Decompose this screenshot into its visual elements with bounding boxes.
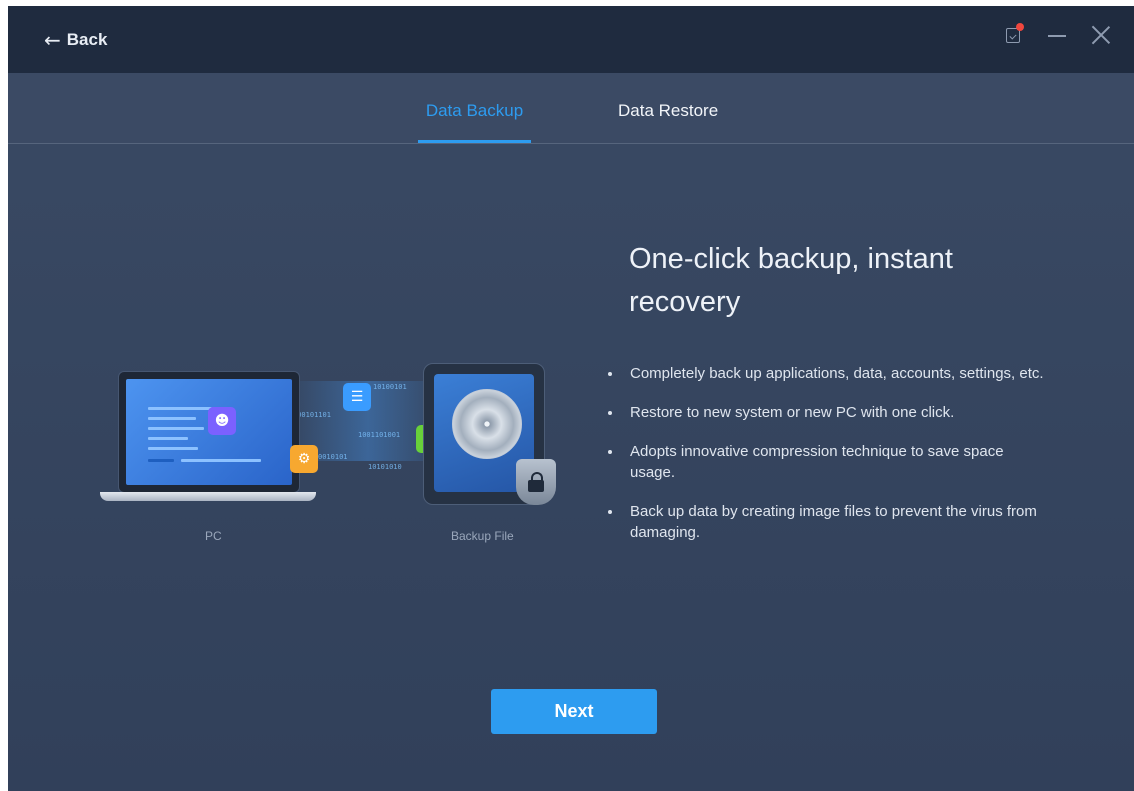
- app-window: ← Back Data Backup Data Restore 10100101…: [8, 6, 1134, 791]
- bit-string: 0010101: [318, 453, 348, 461]
- message-icon: [1006, 22, 1024, 43]
- pc-caption: PC: [205, 529, 222, 543]
- close-icon: [1091, 25, 1111, 45]
- back-label: Back: [66, 30, 108, 49]
- back-button[interactable]: ← Back: [44, 26, 107, 54]
- next-button[interactable]: Next: [491, 689, 657, 734]
- laptop-base: [100, 492, 316, 501]
- tab-data-restore[interactable]: Data Restore: [618, 101, 718, 121]
- message-button[interactable]: [1002, 22, 1024, 46]
- settings-file-icon: ⚙: [290, 445, 318, 473]
- tab-data-backup[interactable]: Data Backup: [418, 101, 531, 121]
- document-file-icon: ☰: [343, 383, 371, 411]
- window-controls: [1002, 22, 1112, 46]
- backup-illustration: 10100101 100101101 1001101001 0010101 10…: [98, 361, 568, 546]
- disc-icon: [452, 389, 522, 459]
- bit-string: 10101010: [368, 463, 402, 471]
- title-bar: ← Back: [8, 6, 1134, 73]
- bit-string: 1001101001: [358, 431, 401, 439]
- feature-item: Adopts innovative compression technique …: [608, 441, 1048, 483]
- minimize-button[interactable]: [1046, 24, 1068, 46]
- backup-drive-icon: [423, 363, 556, 505]
- headline: One-click backup, instant recovery: [629, 243, 953, 318]
- backup-file-caption: Backup File: [451, 529, 514, 543]
- minimize-icon: [1048, 35, 1066, 37]
- lock-icon: [528, 472, 544, 492]
- user-file-icon: ☻: [208, 407, 236, 435]
- active-tab-indicator: [418, 140, 531, 143]
- bit-string: 10100101: [373, 383, 407, 391]
- feature-item: Back up data by creating image files to …: [608, 501, 1048, 543]
- notification-dot: [1016, 22, 1024, 31]
- back-arrow-icon: ←: [44, 28, 61, 52]
- feature-item: Restore to new system or new PC with one…: [608, 402, 1048, 423]
- lock-shield-icon: [516, 459, 556, 505]
- tab-bar: Data Backup Data Restore: [8, 73, 1134, 144]
- feature-list: Completely back up applications, data, a…: [608, 363, 1048, 561]
- feature-item: Completely back up applications, data, a…: [608, 363, 1048, 384]
- close-button[interactable]: [1090, 24, 1112, 46]
